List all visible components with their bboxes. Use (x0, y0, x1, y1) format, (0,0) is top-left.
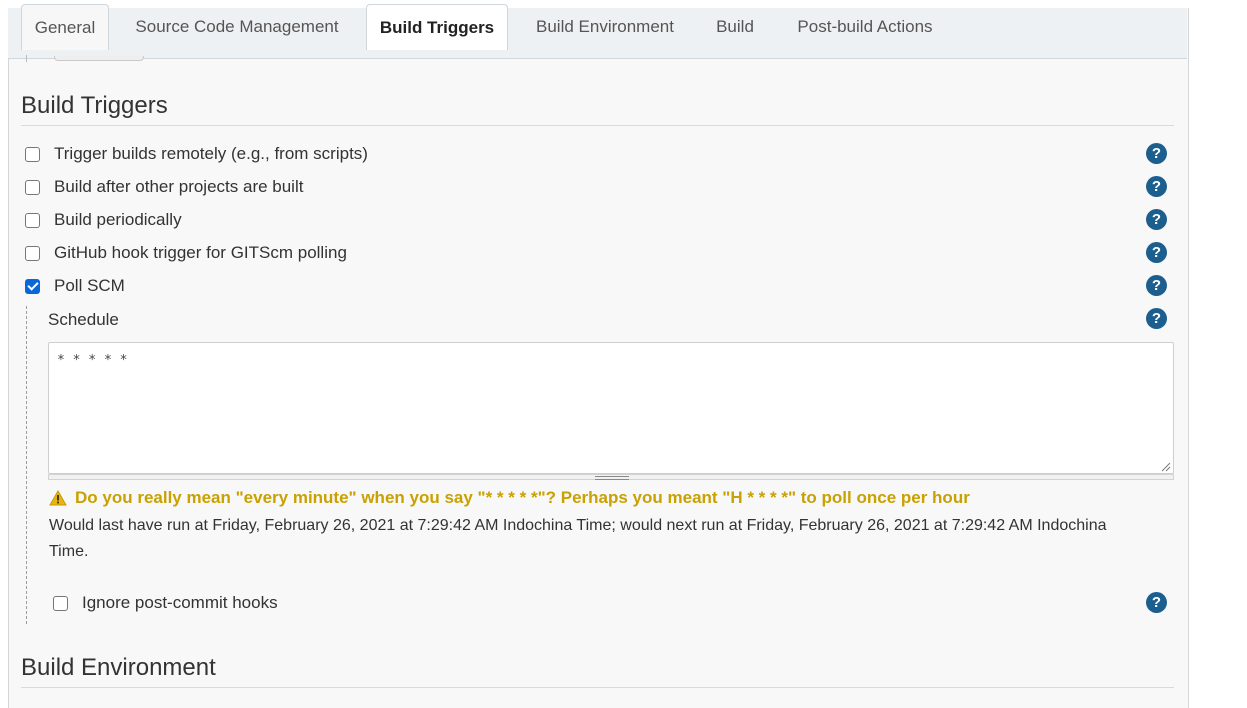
trigger-github-hook-label: GitHub hook trigger for GITScm polling (54, 243, 347, 262)
tab-build[interactable]: Build (704, 4, 766, 49)
tab-general[interactable]: General (21, 4, 109, 50)
warning-triangle-icon (49, 490, 67, 506)
tab-source-code-management[interactable]: Source Code Management (122, 4, 352, 49)
trigger-option-remote[interactable]: Trigger builds remotely (e.g., from scri… (25, 143, 368, 165)
resize-grip-icon[interactable] (1161, 462, 1171, 472)
schedule-warning: Do you really mean "every minute" when y… (49, 488, 970, 508)
trigger-github-hook-checkbox[interactable] (25, 245, 40, 261)
trigger-option-after-other-projects[interactable]: Build after other projects are built (25, 176, 303, 198)
trigger-remote-label: Trigger builds remotely (e.g., from scri… (54, 144, 368, 163)
section-divider (21, 125, 1174, 126)
nested-section-guide (26, 306, 27, 624)
schedule-run-info: Would last have run at Friday, February … (49, 517, 1107, 560)
ignore-post-commit-hooks-label: Ignore post-commit hooks (82, 593, 278, 612)
schedule-label: Schedule (48, 310, 119, 329)
help-question-icon[interactable]: ? (1146, 242, 1167, 263)
trigger-after-other-projects-checkbox[interactable] (25, 179, 40, 195)
section-divider-mark (26, 55, 27, 62)
help-question-icon[interactable]: ? (1146, 592, 1167, 613)
trigger-option-periodically[interactable]: Build periodically (25, 209, 182, 231)
textarea-resize-bar[interactable] (48, 474, 1174, 480)
schedule-input[interactable]: * * * * * (48, 342, 1174, 474)
help-question-icon[interactable]: ? (1146, 275, 1167, 296)
section-title-build-environment: Build Environment (21, 654, 216, 681)
trigger-periodically-label: Build periodically (54, 210, 182, 229)
tab-post-build-actions[interactable]: Post-build Actions (782, 4, 948, 49)
section-divider (21, 687, 1174, 688)
schedule-warning-text: Do you really mean "every minute" when y… (75, 488, 970, 507)
trigger-periodically-checkbox[interactable] (25, 212, 40, 228)
help-question-icon[interactable]: ? (1146, 143, 1167, 164)
tab-build-triggers[interactable]: Build Triggers (366, 4, 508, 50)
resize-handle-icon (595, 476, 629, 480)
help-question-icon[interactable]: ? (1146, 209, 1167, 230)
help-question-icon[interactable]: ? (1146, 308, 1167, 329)
ignore-post-commit-hooks-checkbox[interactable] (53, 595, 68, 611)
trigger-option-github-hook[interactable]: GitHub hook trigger for GITScm polling (25, 242, 347, 264)
collapsed-element-edge (54, 56, 144, 61)
trigger-option-poll-scm[interactable]: Poll SCM (25, 275, 125, 297)
trigger-remote-checkbox[interactable] (25, 146, 40, 162)
option-ignore-post-commit-hooks[interactable]: Ignore post-commit hooks (53, 592, 278, 614)
trigger-poll-scm-label: Poll SCM (54, 276, 125, 295)
tab-build-environment[interactable]: Build Environment (522, 4, 688, 49)
trigger-poll-scm-checkbox[interactable] (25, 278, 40, 294)
trigger-after-other-projects-label: Build after other projects are built (54, 177, 304, 196)
section-title-build-triggers: Build Triggers (21, 92, 168, 119)
help-question-icon[interactable]: ? (1146, 176, 1167, 197)
